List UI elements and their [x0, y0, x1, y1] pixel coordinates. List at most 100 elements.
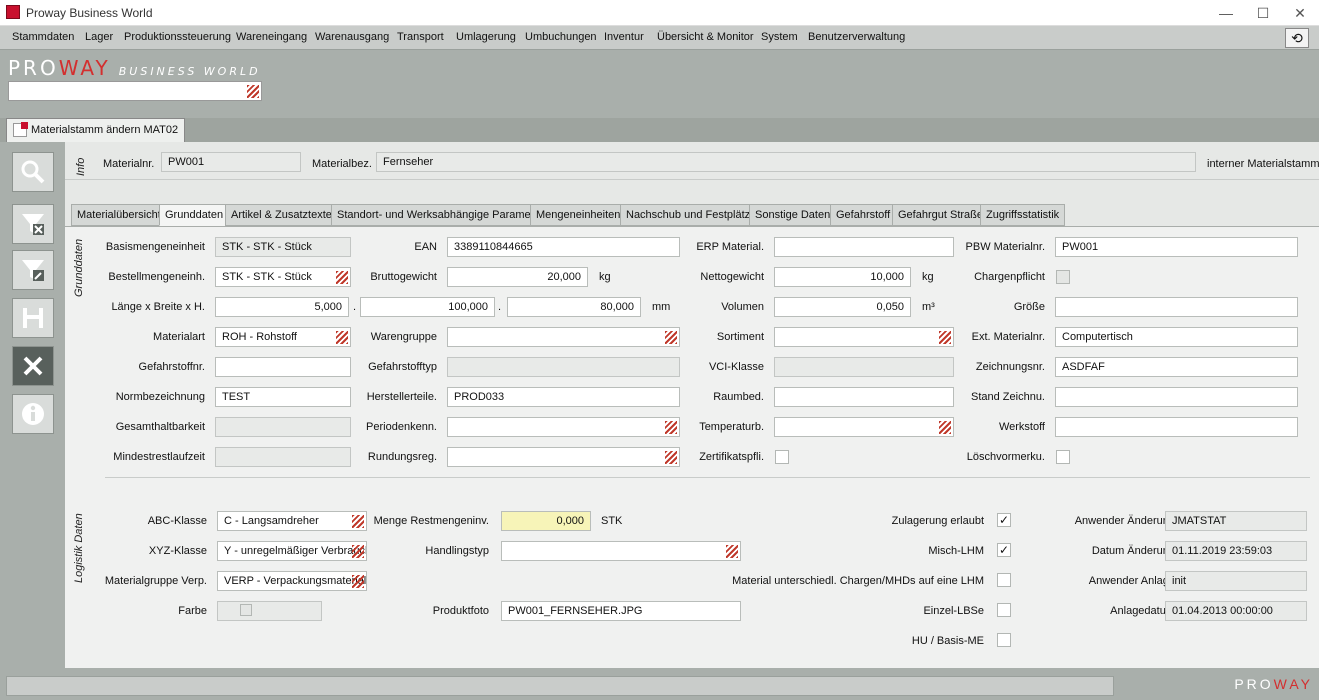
volumen-field[interactable]: 0,050: [774, 297, 911, 317]
filter-clear-icon[interactable]: [12, 204, 54, 244]
gefahrstoffnr-field[interactable]: [215, 357, 351, 377]
dropdown-hatch-icon[interactable]: [726, 545, 738, 558]
groesse-field[interactable]: [1055, 297, 1298, 317]
menu-system[interactable]: System: [761, 31, 798, 43]
dropdown-hatch-icon[interactable]: [352, 515, 364, 528]
filter-edit-icon[interactable]: [12, 250, 54, 290]
temperatur-select[interactable]: [774, 417, 954, 437]
menu-lager[interactable]: Lager: [85, 31, 113, 43]
search-icon[interactable]: [12, 152, 54, 192]
refresh-icon[interactable]: ⟲: [1285, 28, 1309, 48]
hu-checkbox[interactable]: [997, 633, 1011, 647]
dropdown-hatch-icon[interactable]: [939, 421, 951, 434]
close-icon[interactable]: [12, 346, 54, 386]
maximize-button[interactable]: ☐: [1245, 3, 1281, 23]
tab-materialuebersicht[interactable]: Materialübersicht: [71, 204, 167, 226]
tab-zugriffsstatistik[interactable]: Zugriffsstatistik: [980, 204, 1066, 226]
dropdown-hatch-icon[interactable]: [665, 421, 677, 434]
dropdown-hatch-icon[interactable]: [665, 331, 677, 344]
bestellmenge-select[interactable]: STK - STK - Stück: [215, 267, 351, 287]
info-section-label: Info: [75, 157, 87, 176]
dropdown-hatch-icon[interactable]: [336, 271, 348, 284]
close-window-button[interactable]: ✕: [1282, 3, 1318, 23]
laenge-field[interactable]: 5,000: [215, 297, 349, 317]
tab-mengeneinheiten[interactable]: Mengeneinheiten: [530, 204, 627, 226]
dropdown-hatch-icon[interactable]: [665, 451, 677, 464]
menu-inventur[interactable]: Inventur: [604, 31, 644, 43]
abc-select[interactable]: C - Langsamdreher: [217, 511, 367, 531]
chargen-checkbox[interactable]: [1056, 270, 1070, 284]
farbe-field[interactable]: [217, 601, 322, 621]
zertifikat-checkbox[interactable]: [775, 450, 789, 464]
handling-select[interactable]: [501, 541, 741, 561]
minimize-button[interactable]: —: [1208, 3, 1244, 23]
extmat-field[interactable]: Computertisch: [1055, 327, 1298, 347]
vci-field[interactable]: [774, 357, 954, 377]
tab-grunddaten[interactable]: Grunddaten: [159, 204, 230, 226]
ean-label: EAN: [414, 241, 437, 253]
dropdown-hatch-icon[interactable]: [247, 85, 259, 98]
xyz-select[interactable]: Y - unregelmäßiger Verbrauch: [217, 541, 367, 561]
rundungsreg-select[interactable]: [447, 447, 680, 467]
foto-field[interactable]: PW001_FERNSEHER.JPG: [501, 601, 741, 621]
raumbed-field[interactable]: [774, 387, 954, 407]
zeichnung-field[interactable]: ASDFAF: [1055, 357, 1298, 377]
menu-warenausgang[interactable]: Warenausgang: [315, 31, 389, 43]
menu-wareneingang[interactable]: Wareneingang: [236, 31, 307, 43]
menu-transport[interactable]: Transport: [397, 31, 444, 43]
anw-aend-field[interactable]: JMATSTAT: [1165, 511, 1307, 531]
menu-stammdaten[interactable]: Stammdaten: [12, 31, 74, 43]
save-icon[interactable]: [12, 298, 54, 338]
tab-gefahrstoff[interactable]: Gefahrstoff: [830, 204, 897, 226]
info-icon[interactable]: [12, 394, 54, 434]
global-search-input[interactable]: [8, 81, 262, 101]
dropdown-hatch-icon[interactable]: [352, 545, 364, 558]
menu-benutzerverwaltung[interactable]: Benutzerverwaltung: [808, 31, 905, 43]
tab-standort-parameter[interactable]: Standort- und Werksabhängige Parameter: [331, 204, 550, 226]
tab-gefahrgut-strasse[interactable]: Gefahrgut Straße: [892, 204, 989, 226]
ean-field[interactable]: 3389110844665: [447, 237, 680, 257]
breite-field[interactable]: 100,000: [360, 297, 495, 317]
loesch-checkbox[interactable]: [1056, 450, 1070, 464]
hoehe-field[interactable]: 80,000: [507, 297, 641, 317]
document-tab-materialstamm[interactable]: Materialstamm ändern MAT02: [6, 118, 186, 142]
dropdown-hatch-icon[interactable]: [336, 331, 348, 344]
matgrp-select[interactable]: VERP - Verpackungsmaterial: [217, 571, 367, 591]
materialart-select[interactable]: ROH - Rohstoff: [215, 327, 351, 347]
dat-aend-field[interactable]: 01.11.2019 23:59:03: [1165, 541, 1307, 561]
tab-nachschub-festplaetze[interactable]: Nachschub und Festplätze: [620, 204, 763, 226]
menu-umlagerung[interactable]: Umlagerung: [456, 31, 516, 43]
warengruppe-select[interactable]: [447, 327, 680, 347]
anl-dat-field[interactable]: 01.04.2013 00:00:00: [1165, 601, 1307, 621]
normbez-field[interactable]: TEST: [215, 387, 351, 407]
standzeich-field[interactable]: [1055, 387, 1298, 407]
periodenkenn-select[interactable]: [447, 417, 680, 437]
farbe-checkbox[interactable]: [240, 604, 252, 616]
menu-produktionssteuerung[interactable]: Produktionssteuerung: [124, 31, 231, 43]
anw-anl-field[interactable]: init: [1165, 571, 1307, 591]
dropdown-hatch-icon[interactable]: [939, 331, 951, 344]
basismenge-field[interactable]: STK - STK - Stück: [215, 237, 351, 257]
tab-sonstige-daten[interactable]: Sonstige Daten: [749, 204, 837, 226]
pbw-field[interactable]: PW001: [1055, 237, 1298, 257]
misch-checkbox[interactable]: ✓: [997, 543, 1011, 557]
menu-uebersicht-monitor[interactable]: Übersicht & Monitor: [657, 31, 754, 43]
unterschiedl-checkbox[interactable]: [997, 573, 1011, 587]
herstellerteile-field[interactable]: PROD033: [447, 387, 680, 407]
materialnr-field[interactable]: PW001: [161, 152, 301, 172]
tab-artikel-zusatztexte[interactable]: Artikel & Zusatztexte: [225, 204, 338, 226]
materialbez-field[interactable]: Fernseher: [376, 152, 1196, 172]
dropdown-hatch-icon[interactable]: [352, 575, 364, 588]
sortiment-select[interactable]: [774, 327, 954, 347]
gesamthalt-field[interactable]: [215, 417, 351, 437]
erp-field[interactable]: [774, 237, 954, 257]
einzel-checkbox[interactable]: [997, 603, 1011, 617]
menge-field[interactable]: 0,000: [501, 511, 591, 531]
netto-field[interactable]: 10,000: [774, 267, 911, 287]
gefahrstofftyp-field[interactable]: [447, 357, 680, 377]
mindestrest-field[interactable]: [215, 447, 351, 467]
menu-umbuchungen[interactable]: Umbuchungen: [525, 31, 597, 43]
brutto-field[interactable]: 20,000: [447, 267, 588, 287]
zulagerung-checkbox[interactable]: ✓: [997, 513, 1011, 527]
werkstoff-field[interactable]: [1055, 417, 1298, 437]
